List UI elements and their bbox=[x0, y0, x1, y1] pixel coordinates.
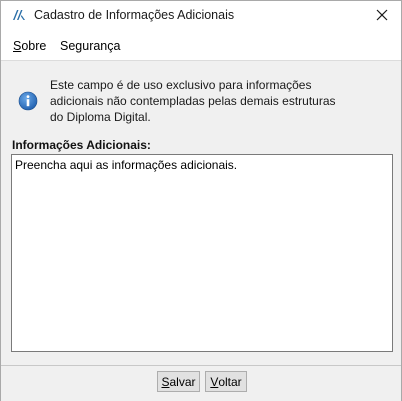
field-label: Informações Adicionais: bbox=[12, 138, 151, 152]
info-message: Este campo é de uso exclusivo para infor… bbox=[50, 77, 360, 125]
app-logo-icon bbox=[12, 9, 26, 21]
close-icon bbox=[376, 9, 388, 24]
button-bar: Salvar Voltar bbox=[1, 365, 401, 401]
dialog-window: Cadastro de Informações Adicionais Sobre… bbox=[0, 0, 402, 401]
menu-item-sobre[interactable]: Sobre bbox=[13, 39, 46, 53]
button-mnemonic: S bbox=[161, 374, 170, 389]
info-icon bbox=[18, 91, 38, 111]
window-title: Cadastro de Informações Adicionais bbox=[34, 8, 235, 22]
main-content: Este campo é de uso exclusivo para infor… bbox=[1, 61, 401, 365]
info-line: adicionais não contempladas pelas demais… bbox=[50, 94, 336, 108]
save-button[interactable]: Salvar bbox=[157, 371, 200, 392]
button-mnemonic: V bbox=[210, 374, 219, 389]
info-line: Este campo é de uso exclusivo para infor… bbox=[50, 78, 312, 92]
menu-bar: Sobre Segurança bbox=[1, 33, 401, 59]
close-button[interactable] bbox=[370, 4, 394, 28]
info-line: do Diploma Digital. bbox=[50, 110, 151, 124]
menu-label: obre bbox=[21, 39, 47, 53]
additional-info-textarea[interactable]: Preencha aqui as informações adicionais. bbox=[11, 154, 393, 352]
menu-label: Segurança bbox=[60, 39, 121, 53]
button-label: oltar bbox=[218, 374, 242, 389]
button-label: alvar bbox=[169, 374, 196, 389]
menu-item-seguranca[interactable]: Segurança bbox=[60, 39, 120, 53]
title-bar[interactable]: Cadastro de Informações Adicionais bbox=[1, 1, 401, 31]
back-button[interactable]: Voltar bbox=[205, 371, 247, 392]
